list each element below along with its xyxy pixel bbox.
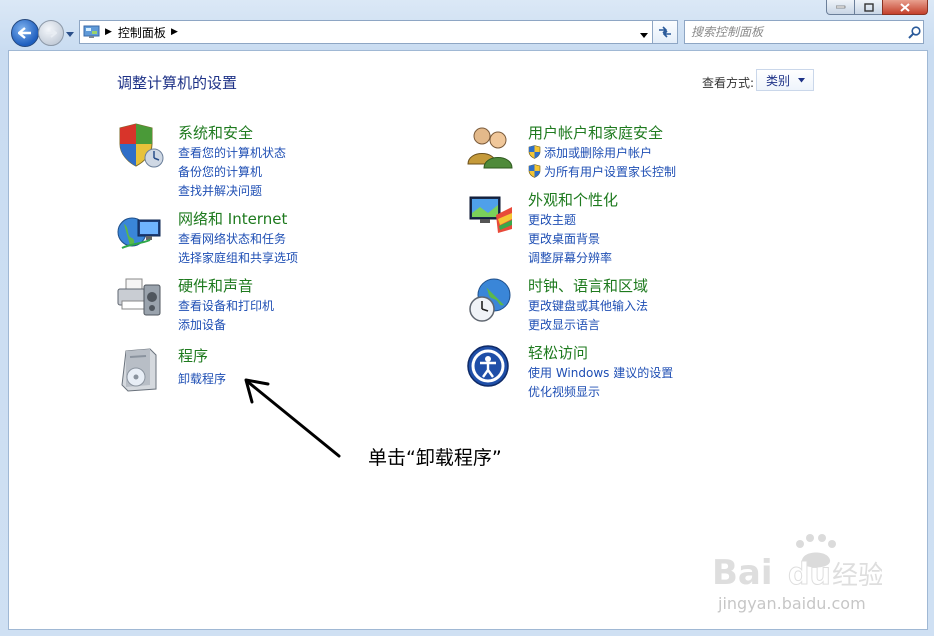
- users-icon: [467, 127, 513, 169]
- network-globe-icon: [117, 217, 161, 249]
- link-change-theme[interactable]: 更改主题: [528, 211, 576, 228]
- category-title-appearance[interactable]: 外观和个性化: [528, 189, 618, 210]
- close-icon: [900, 2, 910, 12]
- search-icon[interactable]: [905, 25, 923, 39]
- link-change-display-language[interactable]: 更改显示语言: [528, 316, 600, 333]
- category-title-network-internet[interactable]: 网络和 Internet: [178, 208, 287, 229]
- chevron-down-icon: [640, 33, 648, 38]
- caption-buttons: [826, 0, 928, 15]
- link-recommended-settings[interactable]: 使用 Windows 建议的设置: [528, 364, 673, 381]
- link-homegroup-sharing[interactable]: 选择家庭组和共享选项: [178, 249, 298, 266]
- back-button[interactable]: [11, 19, 39, 47]
- uac-shield-icon: [528, 145, 541, 159]
- category-title-clock-language-region[interactable]: 时钟、语言和区域: [528, 275, 648, 296]
- search-input[interactable]: [685, 24, 905, 40]
- svg-text:Bai: Bai: [712, 553, 773, 592]
- restore-icon: [863, 2, 874, 12]
- refresh-button[interactable]: [652, 20, 678, 44]
- recent-pages-dropdown[interactable]: [66, 27, 75, 41]
- link-view-computer-status[interactable]: 查看您的计算机状态: [178, 144, 286, 161]
- watermark-url: jingyan.baidu.com: [718, 594, 866, 613]
- link-change-background[interactable]: 更改桌面背景: [528, 230, 600, 247]
- page-title: 调整计算机的设置: [117, 74, 238, 92]
- back-arrow-icon: [18, 27, 31, 39]
- breadcrumb-separator-icon[interactable]: ▶: [171, 27, 178, 37]
- forward-arrow-icon: [46, 28, 57, 38]
- link-troubleshoot[interactable]: 查找并解决问题: [178, 182, 262, 199]
- security-shield-icon: [119, 123, 164, 168]
- link-add-remove-accounts[interactable]: 添加或删除用户帐户: [528, 144, 652, 161]
- window-frame: ▶ 控制面板 ▶ 调整计算机的设置 查看方式: 类别: [0, 0, 934, 636]
- link-add-device[interactable]: 添加设备: [178, 316, 226, 333]
- maximize-button[interactable]: [854, 0, 883, 15]
- link-adjust-resolution[interactable]: 调整屏幕分辨率: [528, 249, 612, 266]
- minimize-button[interactable]: [826, 0, 855, 15]
- appearance-monitor-icon: [469, 196, 512, 233]
- category-title-system-security[interactable]: 系统和安全: [178, 122, 253, 143]
- link-text: 为所有用户设置家长控制: [544, 165, 677, 179]
- address-bar[interactable]: ▶ 控制面板 ▶: [79, 20, 653, 44]
- category-title-hardware-sound[interactable]: 硬件和声音: [178, 275, 253, 296]
- svg-text:du: du: [788, 557, 831, 592]
- category-title-programs[interactable]: 程序: [178, 345, 208, 366]
- view-by-value: 类别: [766, 73, 791, 88]
- chevron-down-icon: [66, 32, 74, 37]
- link-devices-printers[interactable]: 查看设备和打印机: [178, 297, 274, 314]
- view-by-select[interactable]: 类别: [756, 69, 814, 91]
- programs-box-icon: [121, 348, 157, 392]
- link-text: 添加或删除用户帐户: [544, 146, 653, 160]
- control-panel-icon: [83, 25, 100, 38]
- clock-globe-icon: [469, 278, 511, 322]
- minimize-icon: [835, 5, 845, 9]
- category-title-user-accounts[interactable]: 用户帐户和家庭安全: [528, 122, 663, 143]
- link-parental-controls[interactable]: 为所有用户设置家长控制: [528, 163, 676, 180]
- breadcrumb-separator-icon[interactable]: ▶: [105, 27, 112, 37]
- baidu-jingyan-watermark-logo: Bai du 经验: [712, 534, 882, 592]
- ease-of-access-icon: [467, 345, 509, 387]
- close-button[interactable]: [882, 0, 928, 15]
- category-title-ease-of-access[interactable]: 轻松访问: [528, 342, 588, 363]
- annotation-text: 单击“卸载程序”: [368, 447, 502, 469]
- link-backup-computer[interactable]: 备份您的计算机: [178, 163, 262, 180]
- breadcrumb-control-panel[interactable]: 控制面板: [118, 24, 166, 41]
- forward-button[interactable]: [38, 20, 64, 46]
- annotation-arrow-icon: [244, 378, 341, 458]
- view-by-label: 查看方式:: [702, 76, 755, 90]
- refresh-icon: [659, 26, 671, 38]
- chevron-down-icon: [798, 77, 806, 82]
- svg-text:经验: 经验: [832, 561, 882, 591]
- link-network-status[interactable]: 查看网络状态和任务: [178, 230, 286, 247]
- address-history-dropdown[interactable]: [640, 28, 649, 42]
- link-optimize-display[interactable]: 优化视频显示: [528, 383, 600, 400]
- link-uninstall-program[interactable]: 卸载程序: [178, 370, 226, 387]
- uac-shield-icon: [528, 164, 541, 178]
- search-box[interactable]: [684, 20, 924, 44]
- magnifier-glyph: [907, 25, 921, 39]
- link-change-input-method[interactable]: 更改键盘或其他输入法: [528, 297, 648, 314]
- printer-speaker-icon: [117, 278, 161, 316]
